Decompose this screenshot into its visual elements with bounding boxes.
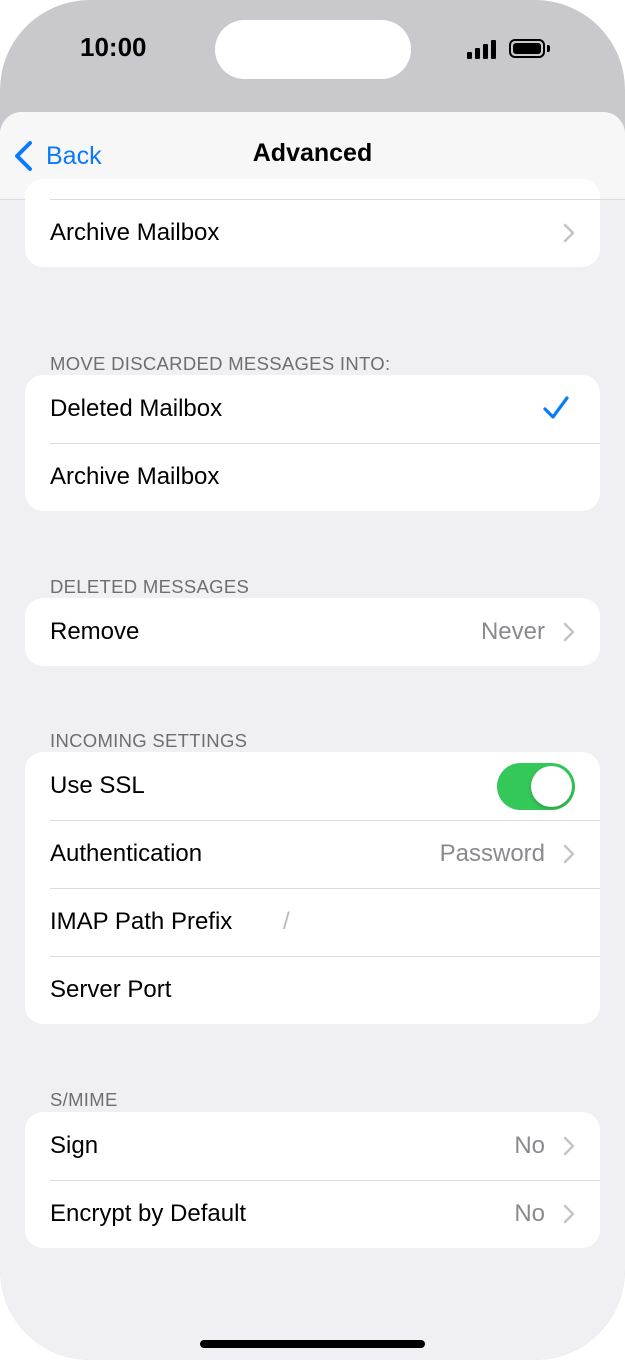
- dynamic-island: [215, 20, 411, 79]
- deleted-messages-header: DELETED MESSAGES: [50, 576, 250, 597]
- smime-header: S/MIME: [50, 1089, 118, 1110]
- checkmark-icon: [543, 396, 569, 419]
- encrypt-by-default-row[interactable]: Encrypt by Default No: [25, 1180, 600, 1248]
- toggle-knob: [531, 766, 572, 807]
- archive-mailbox-label: Archive Mailbox: [50, 219, 220, 246]
- chevron-right-icon: [563, 223, 575, 243]
- authentication-row[interactable]: Authentication Password: [25, 820, 600, 888]
- server-port-row[interactable]: Server Port: [25, 956, 600, 1024]
- home-indicator[interactable]: [200, 1340, 425, 1348]
- battery-icon: [509, 39, 545, 58]
- status-time: 10:00: [80, 32, 147, 62]
- archive-group: Archive Mailbox: [25, 179, 600, 267]
- imap-path-prefix-input[interactable]: /: [283, 908, 290, 936]
- move-discarded-group: Deleted Mailbox Archive Mailbox: [25, 375, 600, 511]
- archive-mailbox-option[interactable]: Archive Mailbox: [25, 443, 600, 511]
- server-port-label: Server Port: [50, 976, 172, 1003]
- chevron-right-icon: [563, 844, 575, 864]
- chevron-right-icon: [563, 622, 575, 642]
- incoming-settings-group: Use SSL Authentication Password IMAP Pat…: [25, 752, 600, 1024]
- encrypt-by-default-value: No: [514, 1200, 545, 1227]
- sign-value: No: [514, 1132, 545, 1159]
- deleted-mailbox-option[interactable]: Deleted Mailbox: [25, 375, 600, 443]
- imap-path-prefix-label: IMAP Path Prefix: [50, 908, 233, 935]
- use-ssl-label: Use SSL: [50, 772, 145, 799]
- remove-row[interactable]: Remove Never: [25, 598, 600, 666]
- deleted-messages-group: Remove Never: [25, 598, 600, 666]
- use-ssl-toggle[interactable]: [497, 763, 575, 810]
- cellular-signal-icon: [467, 39, 499, 59]
- sign-row[interactable]: Sign No: [25, 1112, 600, 1180]
- phone-frame: 10:00 Back Advanced Archive Mailbox MOVE…: [0, 0, 625, 1360]
- encrypt-by-default-label: Encrypt by Default: [50, 1200, 247, 1227]
- hidden-row: [25, 179, 600, 199]
- deleted-mailbox-label: Deleted Mailbox: [50, 395, 223, 422]
- page-title: Advanced: [252, 139, 373, 167]
- archive-mailbox-option-label: Archive Mailbox: [50, 463, 220, 490]
- smime-group: Sign No Encrypt by Default No: [25, 1112, 600, 1248]
- authentication-label: Authentication: [50, 840, 203, 867]
- remove-value: Never: [480, 618, 545, 645]
- remove-label: Remove: [50, 618, 140, 645]
- incoming-settings-header: INCOMING SETTINGS: [50, 730, 248, 751]
- status-bar: 10:00: [0, 0, 625, 100]
- imap-path-prefix-row[interactable]: IMAP Path Prefix /: [25, 888, 600, 956]
- move-discarded-header: MOVE DISCARDED MESSAGES INTO:: [50, 353, 391, 374]
- battery-cap: [547, 45, 550, 52]
- sign-label: Sign: [50, 1132, 99, 1159]
- use-ssl-row: Use SSL: [25, 752, 600, 820]
- settings-sheet: Back Advanced Archive Mailbox MOVE DISCA…: [0, 112, 625, 1360]
- chevron-right-icon: [563, 1136, 575, 1156]
- archive-mailbox-row[interactable]: Archive Mailbox: [25, 199, 600, 267]
- authentication-value: Password: [439, 840, 545, 867]
- chevron-right-icon: [563, 1204, 575, 1224]
